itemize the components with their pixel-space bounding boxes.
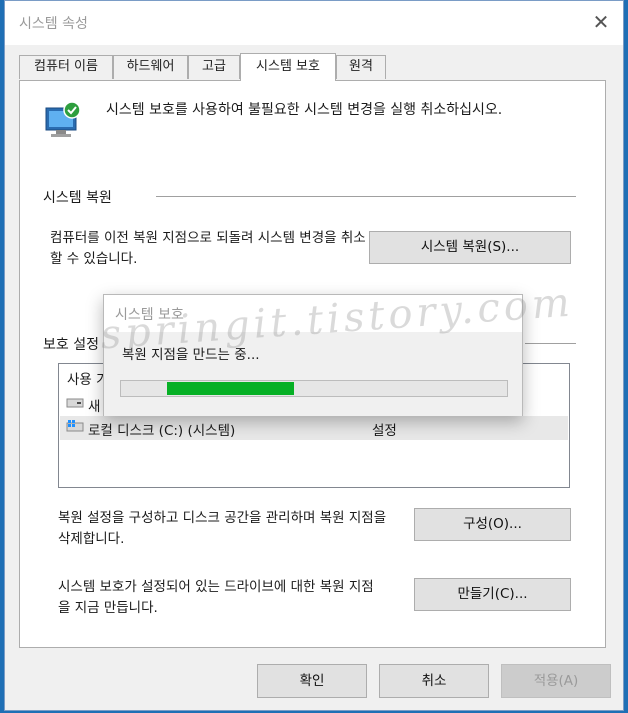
title-bar: 시스템 속성 ✕ xyxy=(5,1,623,45)
progress-bar xyxy=(120,380,508,397)
configure-description: 복원 설정을 구성하고 디스크 공간을 관리하며 복원 지점을 삭제합니다. xyxy=(58,510,387,547)
progress-bar-fill xyxy=(167,382,294,395)
system-protection-icon xyxy=(45,101,81,137)
drive-icon xyxy=(66,398,84,408)
progress-message: 복원 지점을 만드는 중... xyxy=(122,347,260,363)
window-title: 시스템 속성 xyxy=(19,16,88,32)
windows-drive-icon xyxy=(66,420,84,432)
create-description: 시스템 보호가 설정되어 있는 드라이브에 대한 복원 지점을 지금 만듭니다. xyxy=(58,579,374,616)
tab-computer-name[interactable]: 컴퓨터 이름 xyxy=(19,55,113,79)
tab-advanced[interactable]: 고급 xyxy=(188,55,240,79)
close-icon[interactable]: ✕ xyxy=(589,11,613,35)
list-item[interactable]: 로컬 디스크 (C:) (시스템) 설정 xyxy=(60,416,568,440)
configure-button[interactable]: 구성(O)... xyxy=(414,508,571,541)
progress-dialog: 시스템 보호 복원 지점을 만드는 중... xyxy=(103,294,523,416)
tab-remote[interactable]: 원격 xyxy=(336,55,386,79)
drive-status: 설정 xyxy=(372,423,397,439)
drive-name: 새 xyxy=(88,399,101,415)
drive-name: 로컬 디스크 (C:) (시스템) xyxy=(88,423,236,439)
restore-description: 컴퓨터를 이전 복원 지점으로 되돌려 시스템 변경을 취소할 수 있습니다. xyxy=(50,230,366,267)
system-restore-button[interactable]: 시스템 복원(S)... xyxy=(369,231,571,264)
create-button[interactable]: 만들기(C)... xyxy=(414,578,571,611)
progress-dialog-body: 복원 지점을 만드는 중... xyxy=(104,332,522,416)
protection-section-title: 보호 설정 xyxy=(43,337,99,353)
apply-button[interactable]: 적용(A) xyxy=(501,664,611,698)
section-divider xyxy=(156,196,576,197)
cancel-button[interactable]: 취소 xyxy=(379,664,489,698)
ok-button[interactable]: 확인 xyxy=(257,664,367,698)
restore-section-title: 시스템 복원 xyxy=(43,190,112,206)
dialog-footer: 확인 취소 적용(A) xyxy=(5,652,623,710)
section-divider xyxy=(525,343,576,344)
intro-text: 시스템 보호를 사용하여 불필요한 시스템 변경을 실행 취소하십시오. xyxy=(106,102,503,118)
tab-hardware[interactable]: 하드웨어 xyxy=(113,55,188,79)
progress-dialog-title: 시스템 보호 xyxy=(115,307,184,323)
tab-system-protection[interactable]: 시스템 보호 xyxy=(240,53,336,81)
